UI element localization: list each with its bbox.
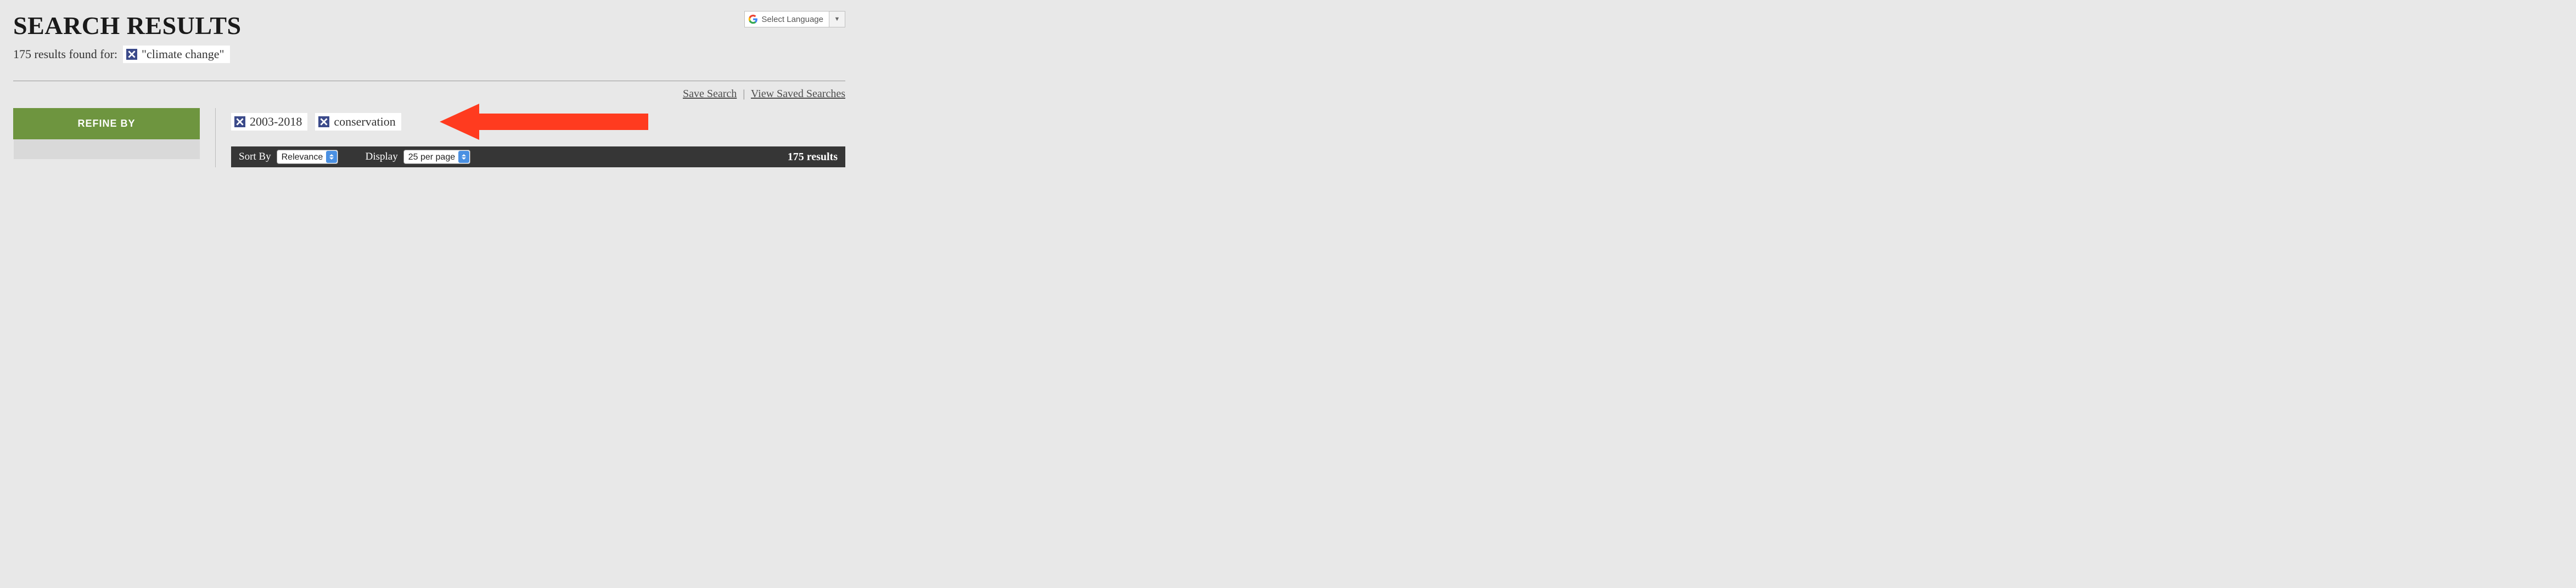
display-select[interactable]: 25 per page [403, 150, 470, 164]
filter-chip-date: 2003-2018 [231, 113, 307, 131]
chevron-down-icon[interactable]: ▼ [829, 12, 845, 27]
language-selector[interactable]: Select Language ▼ [744, 11, 845, 27]
refine-by-panel [13, 139, 200, 159]
annotation-arrow-icon [440, 104, 648, 143]
remove-filter-icon[interactable] [234, 116, 245, 127]
filter-label: 2003-2018 [250, 115, 302, 129]
refine-by-header: REFINE BY [13, 108, 200, 139]
sort-by-select[interactable]: Relevance [277, 150, 338, 164]
remove-query-icon[interactable] [126, 49, 137, 60]
save-search-link[interactable]: Save Search [683, 88, 737, 100]
link-separator: | [743, 88, 745, 100]
search-query-chip: "climate change" [123, 46, 230, 63]
language-label: Select Language [761, 15, 823, 24]
search-query-text: "climate change" [142, 47, 225, 61]
results-count-text: 175 results found for: [13, 47, 117, 61]
page-title: SEARCH RESULTS [13, 11, 242, 40]
filter-chip-topic: conservation [315, 113, 401, 131]
results-total: 175 results [788, 151, 838, 163]
display-label: Display [366, 151, 398, 163]
filter-label: conservation [334, 115, 395, 129]
view-saved-searches-link[interactable]: View Saved Searches [751, 88, 845, 100]
google-translate-icon [748, 14, 758, 24]
remove-filter-icon[interactable] [318, 116, 329, 127]
sort-display-toolbar: Sort By Relevance Display 25 per page 17… [231, 146, 845, 167]
sort-by-label: Sort By [239, 151, 271, 163]
